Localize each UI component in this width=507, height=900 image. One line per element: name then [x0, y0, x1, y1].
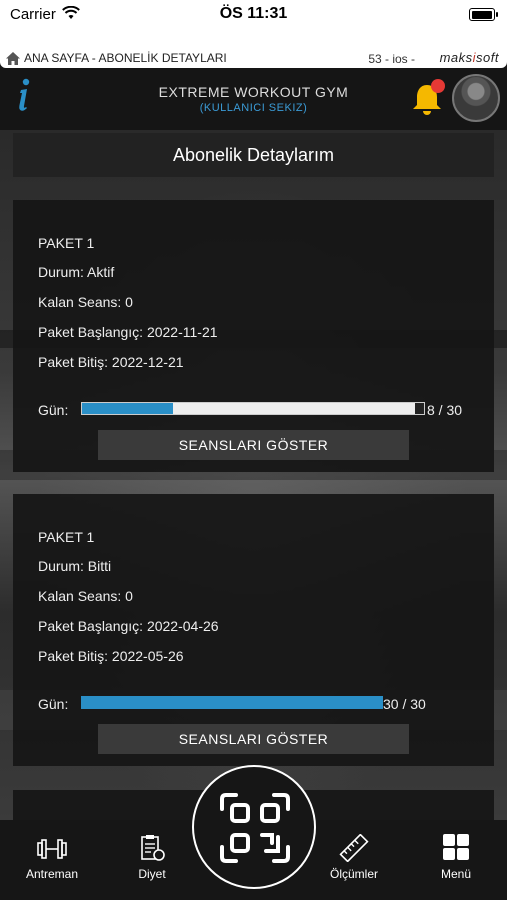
show-sessions-button[interactable]: SEANSLARI GÖSTER — [98, 724, 409, 754]
app-header: ANA SAYFA - ABONELİK DETAYLARI 53 - ios … — [0, 30, 507, 130]
days-label: Gün: — [38, 402, 69, 418]
nav-antreman[interactable]: Antreman — [12, 834, 92, 881]
nav-menu[interactable]: Menü — [416, 834, 496, 881]
version-label: 53 - ios - — [368, 52, 415, 66]
days-progress-bar — [81, 402, 425, 415]
package-end-date: Paket Bitiş: 2022-12-21 — [38, 354, 184, 370]
package-remaining-sessions: Kalan Seans: 0 — [38, 588, 133, 604]
breadcrumb-text: ANA SAYFA - ABONELİK DETAYLARI — [24, 51, 227, 65]
breadcrumb[interactable]: ANA SAYFA - ABONELİK DETAYLARI — [6, 51, 227, 65]
clock: ÖS 11:31 — [219, 5, 288, 22]
nav-menu-label: Menü — [440, 867, 472, 881]
status-bar: Carrier ÖS 11:31 — [0, 0, 507, 30]
days-progress-fill — [81, 696, 383, 709]
days-progress-end-marker — [415, 403, 424, 414]
nav-olcumler[interactable]: Ölçümler — [314, 834, 394, 881]
avatar[interactable] — [452, 74, 500, 122]
days-count: 30 / 30 — [383, 696, 426, 712]
qr-scan-button[interactable] — [192, 765, 316, 889]
show-sessions-button[interactable]: SEANSLARI GÖSTER — [98, 430, 409, 460]
header-main: EXTREME WORKOUT GYM (KULLANICI SEKIZ) — [0, 68, 507, 130]
nav-olcumler-label: Ölçümler — [329, 867, 378, 881]
days-progress-bar — [81, 696, 383, 709]
diet-clipboard-icon — [141, 835, 165, 861]
dumbbell-icon — [37, 839, 67, 859]
package-start-date: Paket Başlangıç: 2022-11-21 — [38, 324, 218, 340]
ruler-icon — [339, 834, 369, 862]
breadcrumb-bar: ANA SAYFA - ABONELİK DETAYLARI 53 - ios … — [0, 30, 507, 68]
nav-antreman-label: Antreman — [25, 867, 79, 881]
notification-badge — [431, 79, 445, 93]
nav-diyet[interactable]: Diyet — [112, 834, 192, 881]
days-progress-fill — [82, 403, 174, 414]
package-remaining-sessions: Kalan Seans: 0 — [38, 294, 133, 310]
days-count: 8 / 30 — [427, 402, 463, 418]
menu-grid-icon — [443, 834, 469, 860]
battery-icon — [469, 8, 498, 21]
home-icon[interactable] — [6, 51, 20, 65]
days-label: Gün: — [38, 696, 69, 712]
package-name: PAKET 1 — [38, 529, 95, 545]
brand-logo: maksisoft — [439, 50, 499, 65]
package-card: PAKET 1 Durum: Bitti Kalan Seans: 0 Pake… — [13, 494, 494, 766]
package-card: PAKET 1 Durum: Aktif Kalan Seans: 0 Pake… — [13, 200, 494, 472]
nav-diyet-label: Diyet — [138, 867, 166, 881]
page-title: Abonelik Detaylarım — [13, 133, 494, 177]
package-status: Durum: Bitti — [38, 558, 112, 574]
package-name: PAKET 1 — [38, 235, 95, 251]
package-status: Durum: Aktif — [38, 264, 115, 280]
qr-code-icon — [220, 793, 290, 863]
package-end-date: Paket Bitiş: 2022-05-26 — [38, 648, 184, 664]
package-start-date: Paket Başlangıç: 2022-04-26 — [38, 618, 219, 634]
